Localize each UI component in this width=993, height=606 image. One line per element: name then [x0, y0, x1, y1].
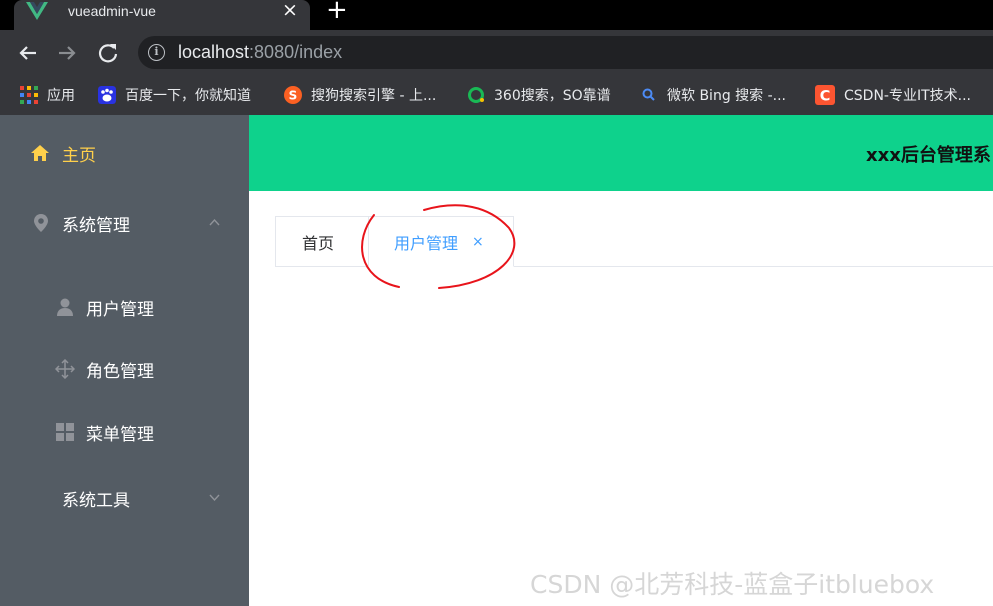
- app-header: xxx后台管理系: [249, 115, 993, 191]
- sidebar-item-user-management[interactable]: 用户管理: [0, 279, 249, 335]
- bookmark-bing[interactable]: 微软 Bing 搜索 -...: [640, 83, 786, 107]
- grid-icon: [56, 423, 74, 441]
- url-text: localhost:8080/index: [178, 42, 343, 62]
- sidebar-item-label: 系统工具: [62, 490, 130, 511]
- bookmark-apps[interactable]: 应用: [20, 83, 75, 107]
- bookmark-label: 搜狗搜索引擎 - 上...: [311, 88, 437, 104]
- move-icon: [55, 359, 75, 379]
- user-icon: [57, 298, 73, 316]
- bookmarks-bar: 应用 百度一下，你就知道 S 搜狗搜索引擎 - 上... 360搜索，SO靠谱 …: [0, 75, 993, 115]
- sidebar: 主页 系统管理 用户管理 角色管理 菜单管理 系统工具: [0, 115, 249, 606]
- address-bar[interactable]: i localhost:8080/index: [138, 36, 993, 69]
- header-title: xxx后台管理系: [866, 145, 991, 166]
- 360-search-icon: [468, 87, 484, 103]
- tab-title: vueadmin-vue: [68, 3, 156, 19]
- svg-text:C: C: [820, 89, 831, 105]
- sidebar-item-system-tools[interactable]: 系统工具: [0, 470, 249, 526]
- bookmark-sogou[interactable]: S 搜狗搜索引擎 - 上...: [284, 83, 436, 107]
- sidebar-item-label: 用户管理: [86, 299, 154, 320]
- tab-label: 首页: [302, 233, 335, 253]
- location-icon: [34, 214, 48, 232]
- sidebar-item-role-management[interactable]: 角色管理: [0, 341, 249, 397]
- sidebar-item-home[interactable]: 主页: [0, 125, 249, 181]
- bookmark-label: 360搜索，SO靠谱: [494, 88, 611, 104]
- bookmark-label: 百度一下，你就知道: [125, 88, 251, 104]
- browser-tabstrip: vueadmin-vue × +: [0, 0, 993, 30]
- new-tab-button[interactable]: +: [326, 0, 348, 23]
- bookmark-label: CSDN-专业IT技术...: [844, 88, 971, 104]
- sidebar-item-label: 主页: [62, 145, 96, 166]
- browser-tab[interactable]: vueadmin-vue ×: [14, 0, 310, 30]
- red-circle-annotation: [361, 204, 516, 289]
- tab-close-icon[interactable]: ×: [282, 0, 298, 20]
- bookmark-baidu[interactable]: 百度一下，你就知道: [98, 83, 251, 107]
- bookmark-label: 微软 Bing 搜索 -...: [667, 88, 787, 104]
- bookmark-csdn[interactable]: C CSDN-专业IT技术...: [815, 83, 971, 107]
- vue-logo-icon: [26, 2, 48, 20]
- sidebar-item-label: 菜单管理: [86, 424, 154, 445]
- sidebar-item-system-management[interactable]: 系统管理: [0, 195, 249, 251]
- bing-search-icon: [642, 88, 655, 101]
- site-info-icon[interactable]: i: [148, 44, 165, 61]
- bookmark-360[interactable]: 360搜索，SO靠谱: [467, 83, 611, 107]
- chevron-up-icon: [209, 218, 220, 226]
- csdn-icon: C: [815, 85, 835, 105]
- svg-text:S: S: [289, 89, 298, 103]
- sidebar-item-label: 系统管理: [62, 215, 130, 236]
- apps-grid-icon: [20, 86, 38, 104]
- back-icon[interactable]: [14, 39, 42, 67]
- reload-icon[interactable]: [94, 39, 122, 67]
- forward-icon[interactable]: [53, 39, 81, 67]
- baidu-icon: [98, 86, 116, 104]
- sidebar-item-label: 角色管理: [86, 361, 154, 382]
- home-icon: [31, 145, 49, 161]
- sidebar-item-menu-management[interactable]: 菜单管理: [0, 404, 249, 460]
- sogou-icon: S: [284, 86, 302, 104]
- watermark: CSDN @北芳科技-蓝盒子itbluebox: [530, 570, 935, 599]
- browser-toolbar: i localhost:8080/index: [0, 30, 993, 75]
- bookmark-label: 应用: [47, 88, 75, 104]
- chevron-down-icon: [209, 494, 220, 502]
